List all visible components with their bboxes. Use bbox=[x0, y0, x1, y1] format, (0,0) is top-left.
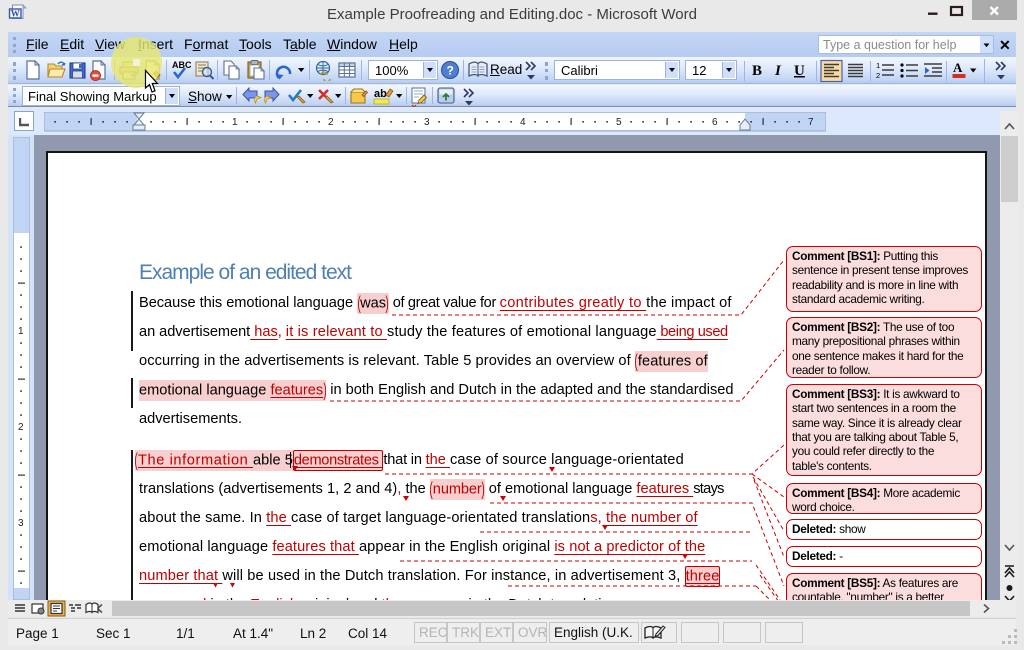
svg-text:2: 2 bbox=[328, 117, 334, 128]
svg-text:ab: ab bbox=[374, 88, 387, 100]
svg-text:B: B bbox=[752, 63, 762, 79]
svg-text:1: 1 bbox=[232, 117, 238, 128]
svg-text:W: W bbox=[11, 9, 20, 19]
svg-text:ABC: ABC bbox=[172, 60, 192, 70]
svg-text:?: ? bbox=[447, 64, 454, 78]
svg-text:6: 6 bbox=[712, 117, 718, 128]
svg-text:7: 7 bbox=[808, 117, 814, 128]
svg-text:4: 4 bbox=[520, 117, 526, 128]
svg-text:3: 3 bbox=[424, 117, 430, 128]
svg-text:2: 2 bbox=[876, 71, 880, 80]
svg-text:A: A bbox=[953, 60, 963, 75]
svg-text:1: 1 bbox=[876, 61, 880, 70]
svg-text:I: I bbox=[774, 63, 782, 79]
svg-text:U: U bbox=[794, 63, 805, 79]
svg-text:5: 5 bbox=[616, 117, 622, 128]
